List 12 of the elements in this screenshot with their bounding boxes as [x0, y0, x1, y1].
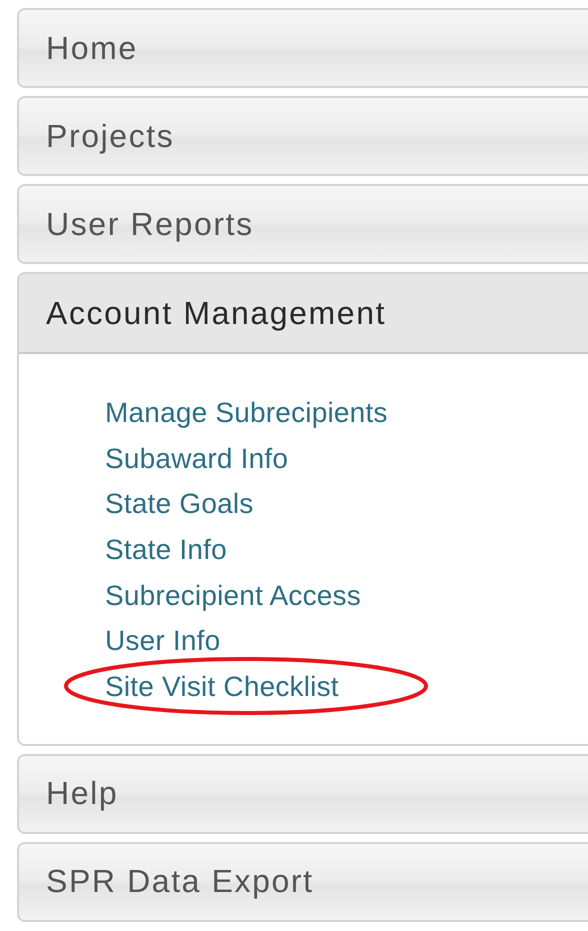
- accordion-header[interactable]: Help: [19, 756, 588, 832]
- menu-link[interactable]: User Info: [105, 625, 220, 658]
- menu-link[interactable]: Subaward Info: [105, 442, 288, 475]
- accordion-header[interactable]: User Reports: [19, 186, 588, 262]
- accordion-header[interactable]: Home: [19, 10, 588, 86]
- menu-link[interactable]: State Info: [105, 534, 227, 566]
- menu-link[interactable]: Subrecipient Access: [105, 580, 361, 612]
- accordion-header[interactable]: Account Management: [19, 274, 588, 354]
- menu-link[interactable]: State Goals: [105, 488, 254, 520]
- menu-link[interactable]: Manage Subrecipients: [105, 396, 388, 429]
- accordion-header[interactable]: Projects: [19, 98, 588, 174]
- accordion-header[interactable]: SPR Data Export: [19, 844, 588, 920]
